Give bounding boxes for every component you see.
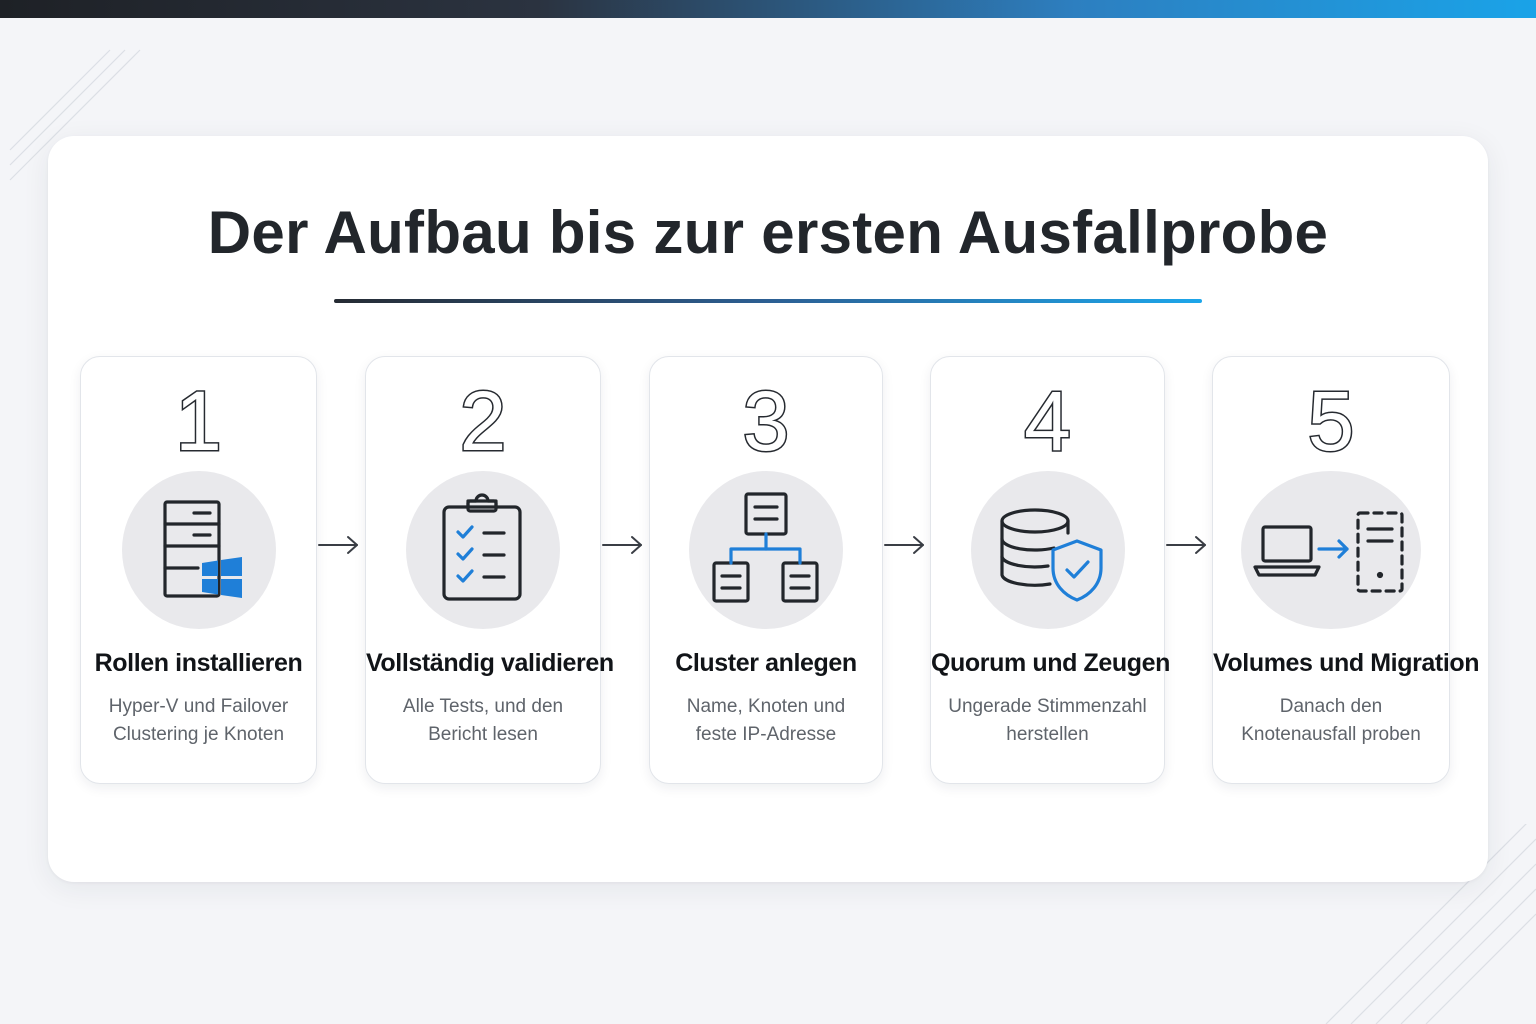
step-description: Name, Knoten und feste IP-Adresse: [686, 696, 846, 745]
step-card-5: 5 Volumes und Migration Danach den Knote…: [1212, 356, 1480, 784]
server-windows-icon: [121, 471, 276, 629]
database-shield-icon: [970, 471, 1125, 629]
cluster-hierarchy-icon: [689, 471, 843, 629]
step-description: Ungerade Stimmenzahl herstellen: [948, 696, 1147, 745]
arrow-right-icon: [602, 536, 642, 554]
arrow-right-icon: [1166, 536, 1206, 554]
step-card-1: 1 Rollen installieren Hyper-V und Failov…: [80, 356, 317, 784]
step-card-2: 2 Vollständig validieren Alle Tests, und…: [365, 356, 614, 784]
step-title: Quorum und Zeugen: [931, 649, 1171, 677]
step-number: 5: [1306, 373, 1356, 470]
step-title: Cluster anlegen: [675, 649, 857, 677]
page-title: Der Aufbau bis zur ersten Ausfallprobe: [207, 199, 1329, 266]
step-number: 2: [458, 373, 508, 470]
step-number: 4: [1023, 373, 1073, 470]
step-card-3: 3 Cluster anlegen Name, Knoten und feste…: [649, 356, 883, 784]
clipboard-checklist-icon: [406, 471, 560, 629]
step-title: Rollen installieren: [94, 649, 303, 677]
step-number: 1: [174, 373, 224, 470]
step-number: 3: [741, 373, 791, 470]
top-accent-bar: [0, 0, 1536, 18]
step-description: Danach den Knotenausfall proben: [1241, 696, 1421, 745]
step-description: Alle Tests, und den Bericht lesen: [402, 696, 564, 745]
arrow-right-icon: [884, 536, 924, 554]
title-underline: [334, 299, 1202, 303]
laptop-migration-icon: [1241, 471, 1421, 629]
step-title: Vollständig validieren: [366, 649, 614, 677]
step-description: Hyper-V und Failover Clustering je Knote…: [108, 696, 289, 745]
step-title: Volumes und Migration: [1213, 649, 1480, 677]
step-card-4: 4 Quorum und Zeugen Ungerade Stimmenzahl…: [930, 356, 1171, 784]
arrow-right-icon: [318, 536, 358, 554]
